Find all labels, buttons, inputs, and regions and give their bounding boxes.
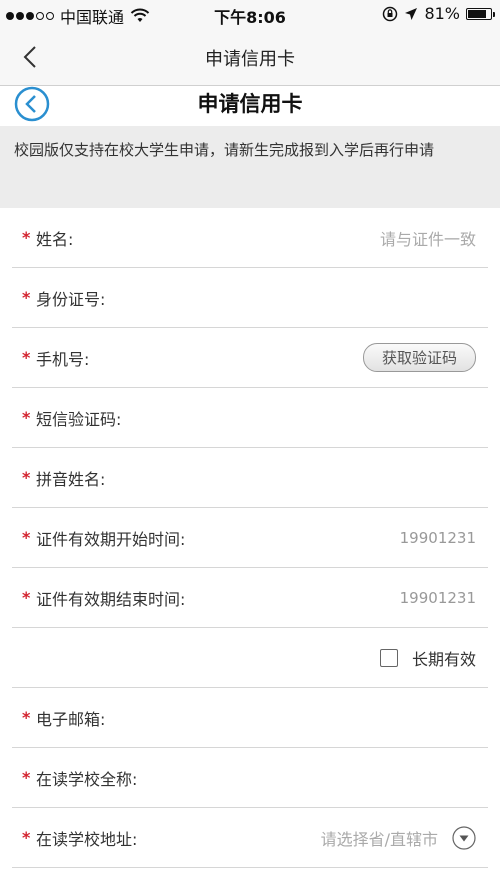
name-label: 姓名: [36, 229, 74, 249]
id-number-label: 身份证号: [36, 289, 106, 309]
email-field[interactable]: * 电子邮箱: [12, 688, 488, 748]
page-title: 申请信用卡 [197, 92, 303, 116]
pinyin-label: 拼音姓名: [36, 469, 106, 489]
name-field[interactable]: * 姓名: 请与证件一致 [12, 208, 488, 268]
school-name-label: 在读学校全称: [36, 769, 138, 789]
required-mark: * [22, 588, 31, 607]
id-number-field[interactable]: * 身份证号: [12, 268, 488, 328]
battery-fill [468, 9, 486, 18]
sms-code-label: 短信验证码: [36, 409, 122, 429]
valid-end-input[interactable]: 19901231 [400, 589, 476, 607]
phone-field[interactable]: * 手机号: 获取验证码 [12, 328, 488, 388]
email-label: 电子邮箱: [36, 709, 106, 729]
nav-title: 申请信用卡 [205, 49, 295, 70]
rotation-lock-icon [383, 6, 398, 21]
required-mark: * [22, 708, 31, 727]
valid-start-label: 证件有效期开始时间: [36, 529, 186, 549]
battery-percent: 81% [424, 4, 460, 23]
school-address-field[interactable]: * 在读学校地址: 请选择省/直辖市 [12, 808, 488, 868]
nav-bar: 申请信用卡 [0, 28, 500, 86]
required-mark: * [22, 228, 31, 247]
required-mark: * [22, 468, 31, 487]
notice-banner: 校园版仅支持在校大学生申请，请新生完成报到入学后再行申请 [0, 126, 500, 208]
name-input[interactable]: 请与证件一致 [380, 226, 476, 250]
application-form: * 姓名: 请与证件一致 * 身份证号: * 手机号: 获取验证码 * 短信验证… [0, 208, 500, 890]
status-right: 81% [382, 4, 495, 23]
get-code-button[interactable]: 获取验证码 [362, 343, 476, 372]
required-mark: * [22, 408, 31, 427]
required-mark: * [22, 528, 31, 547]
next-field-partial [12, 868, 488, 890]
pinyin-field[interactable]: * 拼音姓名: [12, 448, 488, 508]
valid-end-label: 证件有效期结束时间: [36, 589, 186, 609]
required-mark: * [22, 348, 31, 367]
required-mark: * [22, 828, 31, 847]
school-name-field[interactable]: * 在读学校全称: [12, 748, 488, 808]
battery-icon [466, 7, 495, 20]
dropdown-arrow-icon[interactable] [452, 825, 476, 850]
province-select[interactable]: 请选择省/直辖市 [321, 826, 438, 850]
long-term-row: 长期有效 [12, 628, 488, 688]
required-mark: * [22, 288, 31, 307]
page-header: 申请信用卡 [0, 86, 500, 126]
required-mark: * [22, 768, 31, 787]
long-term-checkbox[interactable] [379, 648, 398, 667]
valid-end-field[interactable]: * 证件有效期结束时间: 19901231 [12, 568, 488, 628]
valid-start-input[interactable]: 19901231 [400, 529, 476, 547]
long-term-label[interactable]: 长期有效 [412, 646, 476, 670]
sms-code-field[interactable]: * 短信验证码: [12, 388, 488, 448]
valid-start-field[interactable]: * 证件有效期开始时间: 19901231 [12, 508, 488, 568]
status-bar: 中国联通 下午8:06 81% [0, 0, 500, 28]
school-address-label: 在读学校地址: [36, 829, 138, 849]
phone-label: 手机号: [36, 349, 90, 369]
location-arrow-icon [405, 7, 418, 20]
